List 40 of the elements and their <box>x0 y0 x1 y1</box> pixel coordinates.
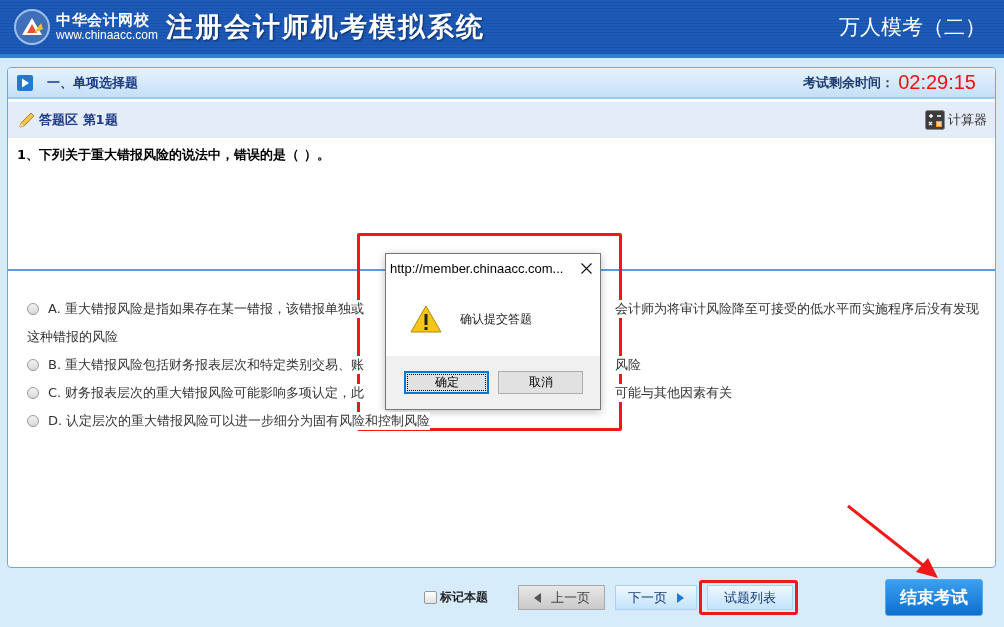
option-text: D. 认定层次的重大错报风险可以进一步细分为固有风险和控制风险 <box>48 412 431 430</box>
option-text: 可能与其他因素有关 <box>615 384 732 402</box>
dialog-title: http://member.chinaacc.com... <box>390 260 564 276</box>
option-text: C. 财务报表层次的重大错报风险可能影响多项认定，此 <box>48 384 365 402</box>
timer-label: 考试剩余时间： <box>803 73 895 92</box>
warning-icon <box>410 305 442 333</box>
calculator-button[interactable]: 计算器 <box>925 110 987 130</box>
exam-name: 万人模考（二） <box>839 14 986 41</box>
option-text: 这种错报的风险 <box>27 329 118 344</box>
option-text: 会计师为将审计风险降至可接受的低水平而实施程序后没有发现 <box>615 300 979 318</box>
previous-page-button[interactable]: 上一页 <box>518 585 605 610</box>
checkbox[interactable] <box>424 591 437 604</box>
logo-icon <box>14 9 50 45</box>
next-page-button[interactable]: 下一页 <box>615 585 697 610</box>
dialog-button[interactable]: 确定 <box>404 371 489 394</box>
calculator-icon <box>925 110 945 130</box>
answer-area-label: 答题区 第1题 <box>39 111 118 129</box>
radio-button[interactable] <box>27 359 39 371</box>
dialog-button[interactable]: 取消 <box>498 371 583 394</box>
option-text: A. 重大错报风险是指如果存在某一错报，该错报单独或 <box>48 300 364 318</box>
radio-button[interactable] <box>27 415 39 427</box>
finish-exam-button[interactable]: 结束考试 <box>885 579 983 616</box>
logo-url: www.chinaacc.com <box>56 28 159 42</box>
dialog-message: 确认提交答题 <box>460 310 532 328</box>
option-text: B. 重大错报风险包括财务报表层次和特定类别交易、账 <box>48 356 365 374</box>
logo-text: 中华会计网校 <box>56 12 150 29</box>
triangle-right-icon <box>677 592 684 603</box>
close-icon[interactable] <box>579 260 594 276</box>
triangle-left-icon <box>533 592 541 603</box>
play-icon <box>17 74 33 91</box>
timer: 02:29:15 <box>898 71 976 94</box>
section-title: 一、单项选择题 <box>47 73 138 92</box>
checkbox-label: 标记本题 <box>440 589 488 606</box>
system-title: 注册会计师机考模拟系统 <box>166 10 486 44</box>
pencil-icon <box>18 111 35 129</box>
radio-button[interactable] <box>27 303 39 315</box>
question-list-button[interactable]: 试题列表 <box>707 585 793 610</box>
question-text: 1、下列关于重大错报风险的说法中，错误的是（ ）。 <box>17 147 330 162</box>
radio-button[interactable] <box>27 387 39 399</box>
option-text: 风险 <box>615 356 641 374</box>
